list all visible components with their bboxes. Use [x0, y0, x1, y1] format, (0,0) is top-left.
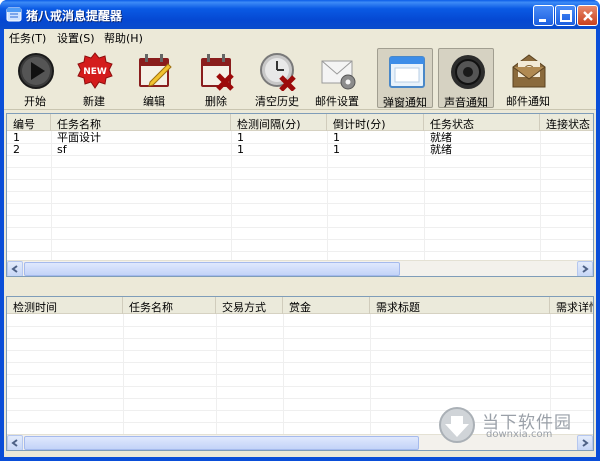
table-row: [7, 240, 593, 252]
sound-notify-toggle[interactable]: 声音通知: [438, 48, 494, 109]
scroll-thumb[interactable]: [24, 436, 419, 450]
tasks-horizontal-scrollbar[interactable]: [7, 260, 593, 276]
close-icon: [583, 11, 593, 21]
svg-text:NEW: NEW: [83, 67, 107, 77]
mail-settings-button[interactable]: 邮件设置: [309, 48, 365, 108]
col-task-name[interactable]: 任务名称: [123, 297, 216, 314]
col-task-name[interactable]: 任务名称: [51, 114, 231, 131]
tasks-table[interactable]: 编号 任务名称 检测间隔(分) 倒计时(分) 任务状态 连接状态 1 平面设计 …: [6, 113, 594, 277]
calendar-edit-icon: [139, 54, 172, 87]
cell-task-status: 就绪: [430, 144, 452, 156]
download-arrow-icon: [439, 407, 475, 443]
delete-button[interactable]: 删除: [188, 48, 244, 108]
col-demand-detail[interactable]: 需求详情: [550, 297, 593, 314]
table-row: [7, 168, 593, 180]
col-check-time[interactable]: 检测时间: [7, 297, 123, 314]
mail-settings-label: 邮件设置: [315, 95, 359, 108]
scroll-thumb[interactable]: [24, 262, 400, 276]
messages-table-header: 检测时间 任务名称 交易方式 赏金 需求标题 需求详情: [7, 297, 593, 314]
watermark: 当下软件园 downxia.com: [438, 405, 588, 445]
tasks-table-header: 编号 任务名称 检测间隔(分) 倒计时(分) 任务状态 连接状态: [7, 114, 593, 131]
col-task-status[interactable]: 任务状态: [424, 114, 540, 131]
cell-id: 2: [13, 144, 20, 156]
pane-splitter[interactable]: [4, 278, 596, 294]
minimize-button[interactable]: [533, 5, 554, 26]
popup-notify-label: 弹窗通知: [383, 96, 427, 109]
cell-check-interval: 1: [237, 132, 244, 144]
edit-button[interactable]: 编辑: [126, 48, 182, 108]
table-row: [7, 351, 593, 363]
table-row: [7, 204, 593, 216]
app-window: 猪八戒消息提醒器 任务(T) 设置(S) 帮助(H) 开始 NEW 新建 编辑 …: [0, 0, 600, 461]
sound-notify-label: 声音通知: [444, 96, 488, 109]
maximize-icon: [560, 10, 572, 22]
mail-notify-icon: @: [512, 54, 546, 88]
table-row: [7, 315, 593, 327]
table-row: [7, 156, 593, 168]
menu-help[interactable]: 帮助(H): [104, 30, 143, 46]
minimize-icon: [539, 19, 546, 22]
app-icon: [6, 7, 22, 22]
menu-settings[interactable]: 设置(S): [57, 30, 95, 46]
table-row: [7, 180, 593, 192]
col-check-interval[interactable]: 检测间隔(分): [231, 114, 327, 131]
table-row[interactable]: 2 sf 1 1 就绪: [7, 144, 593, 156]
cell-task-name: 平面设计: [57, 132, 101, 144]
new-badge-icon: NEW: [77, 52, 113, 89]
menu-bar: 任务(T) 设置(S) 帮助(H): [4, 29, 596, 45]
scroll-right-button[interactable]: [577, 261, 593, 276]
cell-task-name: sf: [57, 144, 67, 156]
cell-task-status: 就绪: [430, 132, 452, 144]
popup-notify-toggle[interactable]: 弹窗通知: [377, 48, 433, 109]
maximize-button[interactable]: [555, 5, 576, 26]
start-button[interactable]: 开始: [7, 48, 63, 108]
col-countdown[interactable]: 倒计时(分): [327, 114, 424, 131]
title-bar[interactable]: 猪八戒消息提醒器: [0, 0, 600, 29]
chevron-left-icon: [11, 265, 18, 273]
speaker-icon: [451, 55, 485, 89]
calendar-delete-icon: [201, 54, 234, 91]
toolbar: 开始 NEW 新建 编辑 删除 清空历史 邮件设置 弹窗通知 声音通知 邮件通知: [4, 46, 596, 110]
close-button[interactable]: [577, 5, 598, 26]
menu-task[interactable]: 任务(T): [9, 30, 46, 46]
mail-notify-toggle[interactable]: @ 邮件通知: [500, 48, 556, 108]
cell-id: 1: [13, 132, 20, 144]
chevron-left-icon: [11, 439, 18, 447]
table-row: [7, 327, 593, 339]
col-id[interactable]: 编号: [7, 114, 51, 131]
window-title: 猪八戒消息提醒器: [26, 9, 123, 23]
table-row: [7, 192, 593, 204]
scroll-left-button[interactable]: [7, 435, 23, 450]
clock-clear-icon: [260, 53, 296, 91]
table-row: [7, 216, 593, 228]
col-demand-title[interactable]: 需求标题: [370, 297, 550, 314]
table-row: [7, 375, 593, 387]
mail-settings-icon: [321, 60, 356, 90]
play-icon: [18, 53, 54, 89]
watermark-url: downxia.com: [486, 429, 553, 440]
col-reward[interactable]: 赏金: [283, 297, 370, 314]
client-area: 任务(T) 设置(S) 帮助(H) 开始 NEW 新建 编辑 删除 清空历史 邮…: [4, 29, 596, 457]
table-row: [7, 339, 593, 351]
chevron-right-icon: [582, 265, 589, 273]
popup-window-icon: [389, 56, 425, 88]
table-row[interactable]: 1 平面设计 1 1 就绪: [7, 132, 593, 144]
scroll-left-button[interactable]: [7, 261, 23, 276]
mail-notify-label: 邮件通知: [506, 95, 550, 108]
new-button[interactable]: NEW 新建: [66, 48, 122, 108]
clear-history-button[interactable]: 清空历史: [249, 48, 305, 108]
table-row: [7, 228, 593, 240]
cell-countdown: 1: [333, 144, 340, 156]
col-connection-status[interactable]: 连接状态: [540, 114, 593, 131]
window-bottom-border: [0, 457, 600, 461]
table-row: [7, 363, 593, 375]
col-trade-mode[interactable]: 交易方式: [216, 297, 283, 314]
cell-countdown: 1: [333, 132, 340, 144]
table-row: [7, 387, 593, 399]
cell-check-interval: 1: [237, 144, 244, 156]
